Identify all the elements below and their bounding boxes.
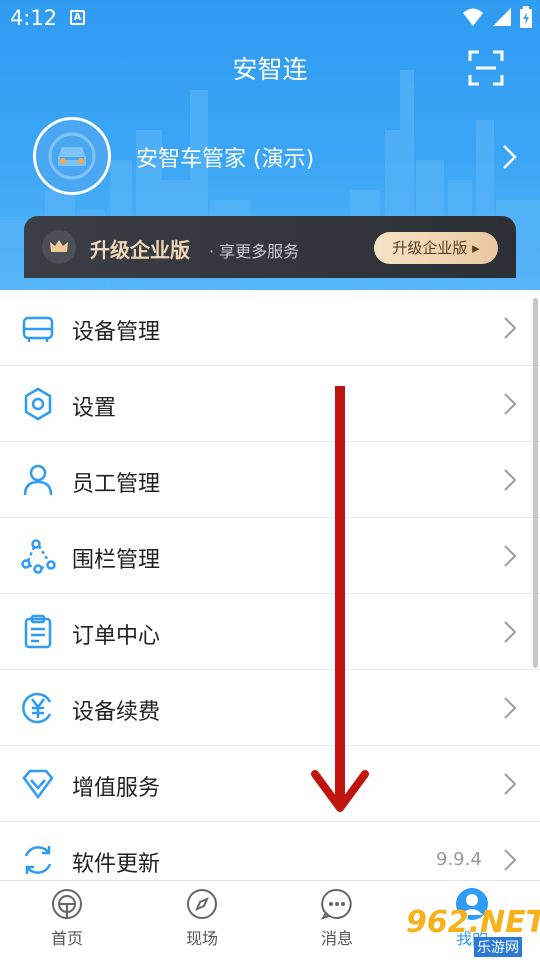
scroll-down-arrow-annotation: [311, 386, 369, 812]
notification-app-icon: A: [70, 10, 85, 25]
menu-item-label: 围栏管理: [72, 548, 161, 573]
chevron-right-icon: [504, 317, 517, 339]
car-icon: [48, 132, 96, 180]
profile-name[interactable]: 安智车管家 (演示): [136, 141, 314, 173]
tab-home[interactable]: 首页: [27, 887, 107, 957]
menu-item-settings[interactable]: 设置: [0, 366, 540, 442]
chevron-right-icon: [504, 621, 517, 643]
scrollbar[interactable]: [533, 298, 538, 668]
chevron-right-icon: [504, 545, 517, 567]
wifi-icon: [463, 8, 483, 26]
refresh-icon: [24, 846, 52, 874]
watermark-logo: 962.NET 乐游网: [400, 905, 540, 960]
version-number: 9.9.4: [436, 849, 482, 870]
menu-item-device-renewal[interactable]: 设备续费: [0, 670, 540, 746]
chevron-right-icon: [504, 697, 517, 719]
menu-item-label: 员工管理: [72, 472, 161, 497]
tab-label: 消息: [320, 929, 353, 948]
watermark-subtext: 乐游网: [474, 937, 522, 957]
header: 4:12 A 安智连 安智车管家 (演示) 升级企业版 · 享更多服务 升级企业…: [0, 0, 540, 290]
menu-item-label: 订单中心: [72, 624, 161, 649]
menu-item-label: 软件更新: [72, 852, 161, 877]
menu-item-order-center[interactable]: 订单中心: [0, 594, 540, 670]
scan-icon[interactable]: [468, 50, 504, 86]
page-title: 安智连: [232, 55, 308, 84]
signal-icon: [493, 8, 511, 26]
status-bar: 4:12 A: [0, 0, 540, 38]
crown-icon: [50, 240, 68, 252]
status-time: 4:12: [10, 6, 58, 30]
tab-messages[interactable]: 消息: [297, 887, 377, 957]
menu-item-value-added-services[interactable]: 增值服务: [0, 746, 540, 822]
upgrade-subtitle: · 享更多服务: [209, 242, 300, 261]
chevron-right-icon: [504, 469, 517, 491]
fence-icon: [21, 539, 56, 574]
crown-badge: [42, 230, 76, 264]
yuan-icon: [22, 692, 52, 724]
menu-item-label: 设备管理: [72, 320, 161, 345]
tab-onsite[interactable]: 现场: [162, 887, 242, 957]
battery-icon: [520, 6, 532, 28]
message-icon: [320, 888, 352, 920]
tab-label: 首页: [50, 929, 83, 948]
upgrade-banner[interactable]: 升级企业版 · 享更多服务 升级企业版 ▸: [24, 216, 516, 278]
menu-list: 设备管理 设置 员工管理 围栏管理 订单中心 设备续费 增值服务 软件更新 9.…: [0, 290, 540, 898]
avatar[interactable]: [33, 117, 111, 195]
menu-item-label: 增值服务: [72, 776, 161, 801]
chevron-right-icon: [504, 773, 517, 795]
home-icon: [52, 889, 82, 919]
menu-item-label: 设备续费: [72, 700, 161, 725]
menu-item-device-management[interactable]: 设备管理: [0, 290, 540, 366]
chevron-right-icon: [504, 849, 517, 871]
person-icon: [23, 464, 53, 496]
gear-icon: [24, 387, 52, 421]
compass-icon: [187, 889, 217, 919]
menu-item-label: 设置: [72, 396, 117, 421]
tab-label: 现场: [185, 929, 218, 948]
upgrade-title: 升级企业版: [90, 238, 190, 262]
diamond-icon: [22, 769, 54, 800]
watermark-text: 962.NET: [406, 905, 540, 940]
clipboard-icon: [24, 614, 52, 649]
menu-item-staff-management[interactable]: 员工管理: [0, 442, 540, 518]
device-icon: [22, 316, 54, 342]
chevron-right-icon: [504, 393, 517, 415]
chevron-right-icon[interactable]: [500, 144, 520, 170]
menu-item-fence-management[interactable]: 围栏管理: [0, 518, 540, 594]
upgrade-button[interactable]: 升级企业版 ▸: [374, 232, 498, 264]
